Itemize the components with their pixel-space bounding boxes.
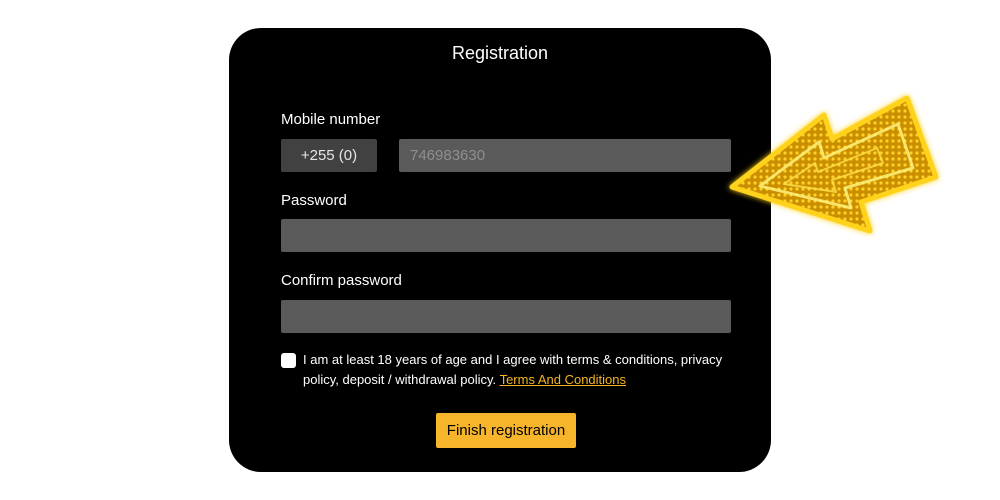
mobile-number-input[interactable] xyxy=(399,139,731,172)
page: Registration Mobile number +255 (0) Pass… xyxy=(0,0,1000,500)
confirm-password-input[interactable] xyxy=(281,300,731,333)
neon-arrow-icon xyxy=(729,95,939,234)
terms-and-conditions-link[interactable]: Terms And Conditions xyxy=(500,372,626,387)
terms-agreement-text: I am at least 18 years of age and I agre… xyxy=(303,350,733,390)
confirm-password-label: Confirm password xyxy=(281,272,402,289)
mobile-number-label: Mobile number xyxy=(281,111,381,128)
password-input[interactable] xyxy=(281,219,731,252)
finish-registration-button[interactable]: Finish registration xyxy=(436,413,576,448)
country-code-selector[interactable]: +255 (0) xyxy=(281,139,377,172)
registration-card: Registration Mobile number +255 (0) Pass… xyxy=(229,28,771,472)
card-title: Registration xyxy=(451,43,549,63)
password-label: Password xyxy=(281,192,347,209)
terms-checkbox[interactable] xyxy=(281,353,296,368)
